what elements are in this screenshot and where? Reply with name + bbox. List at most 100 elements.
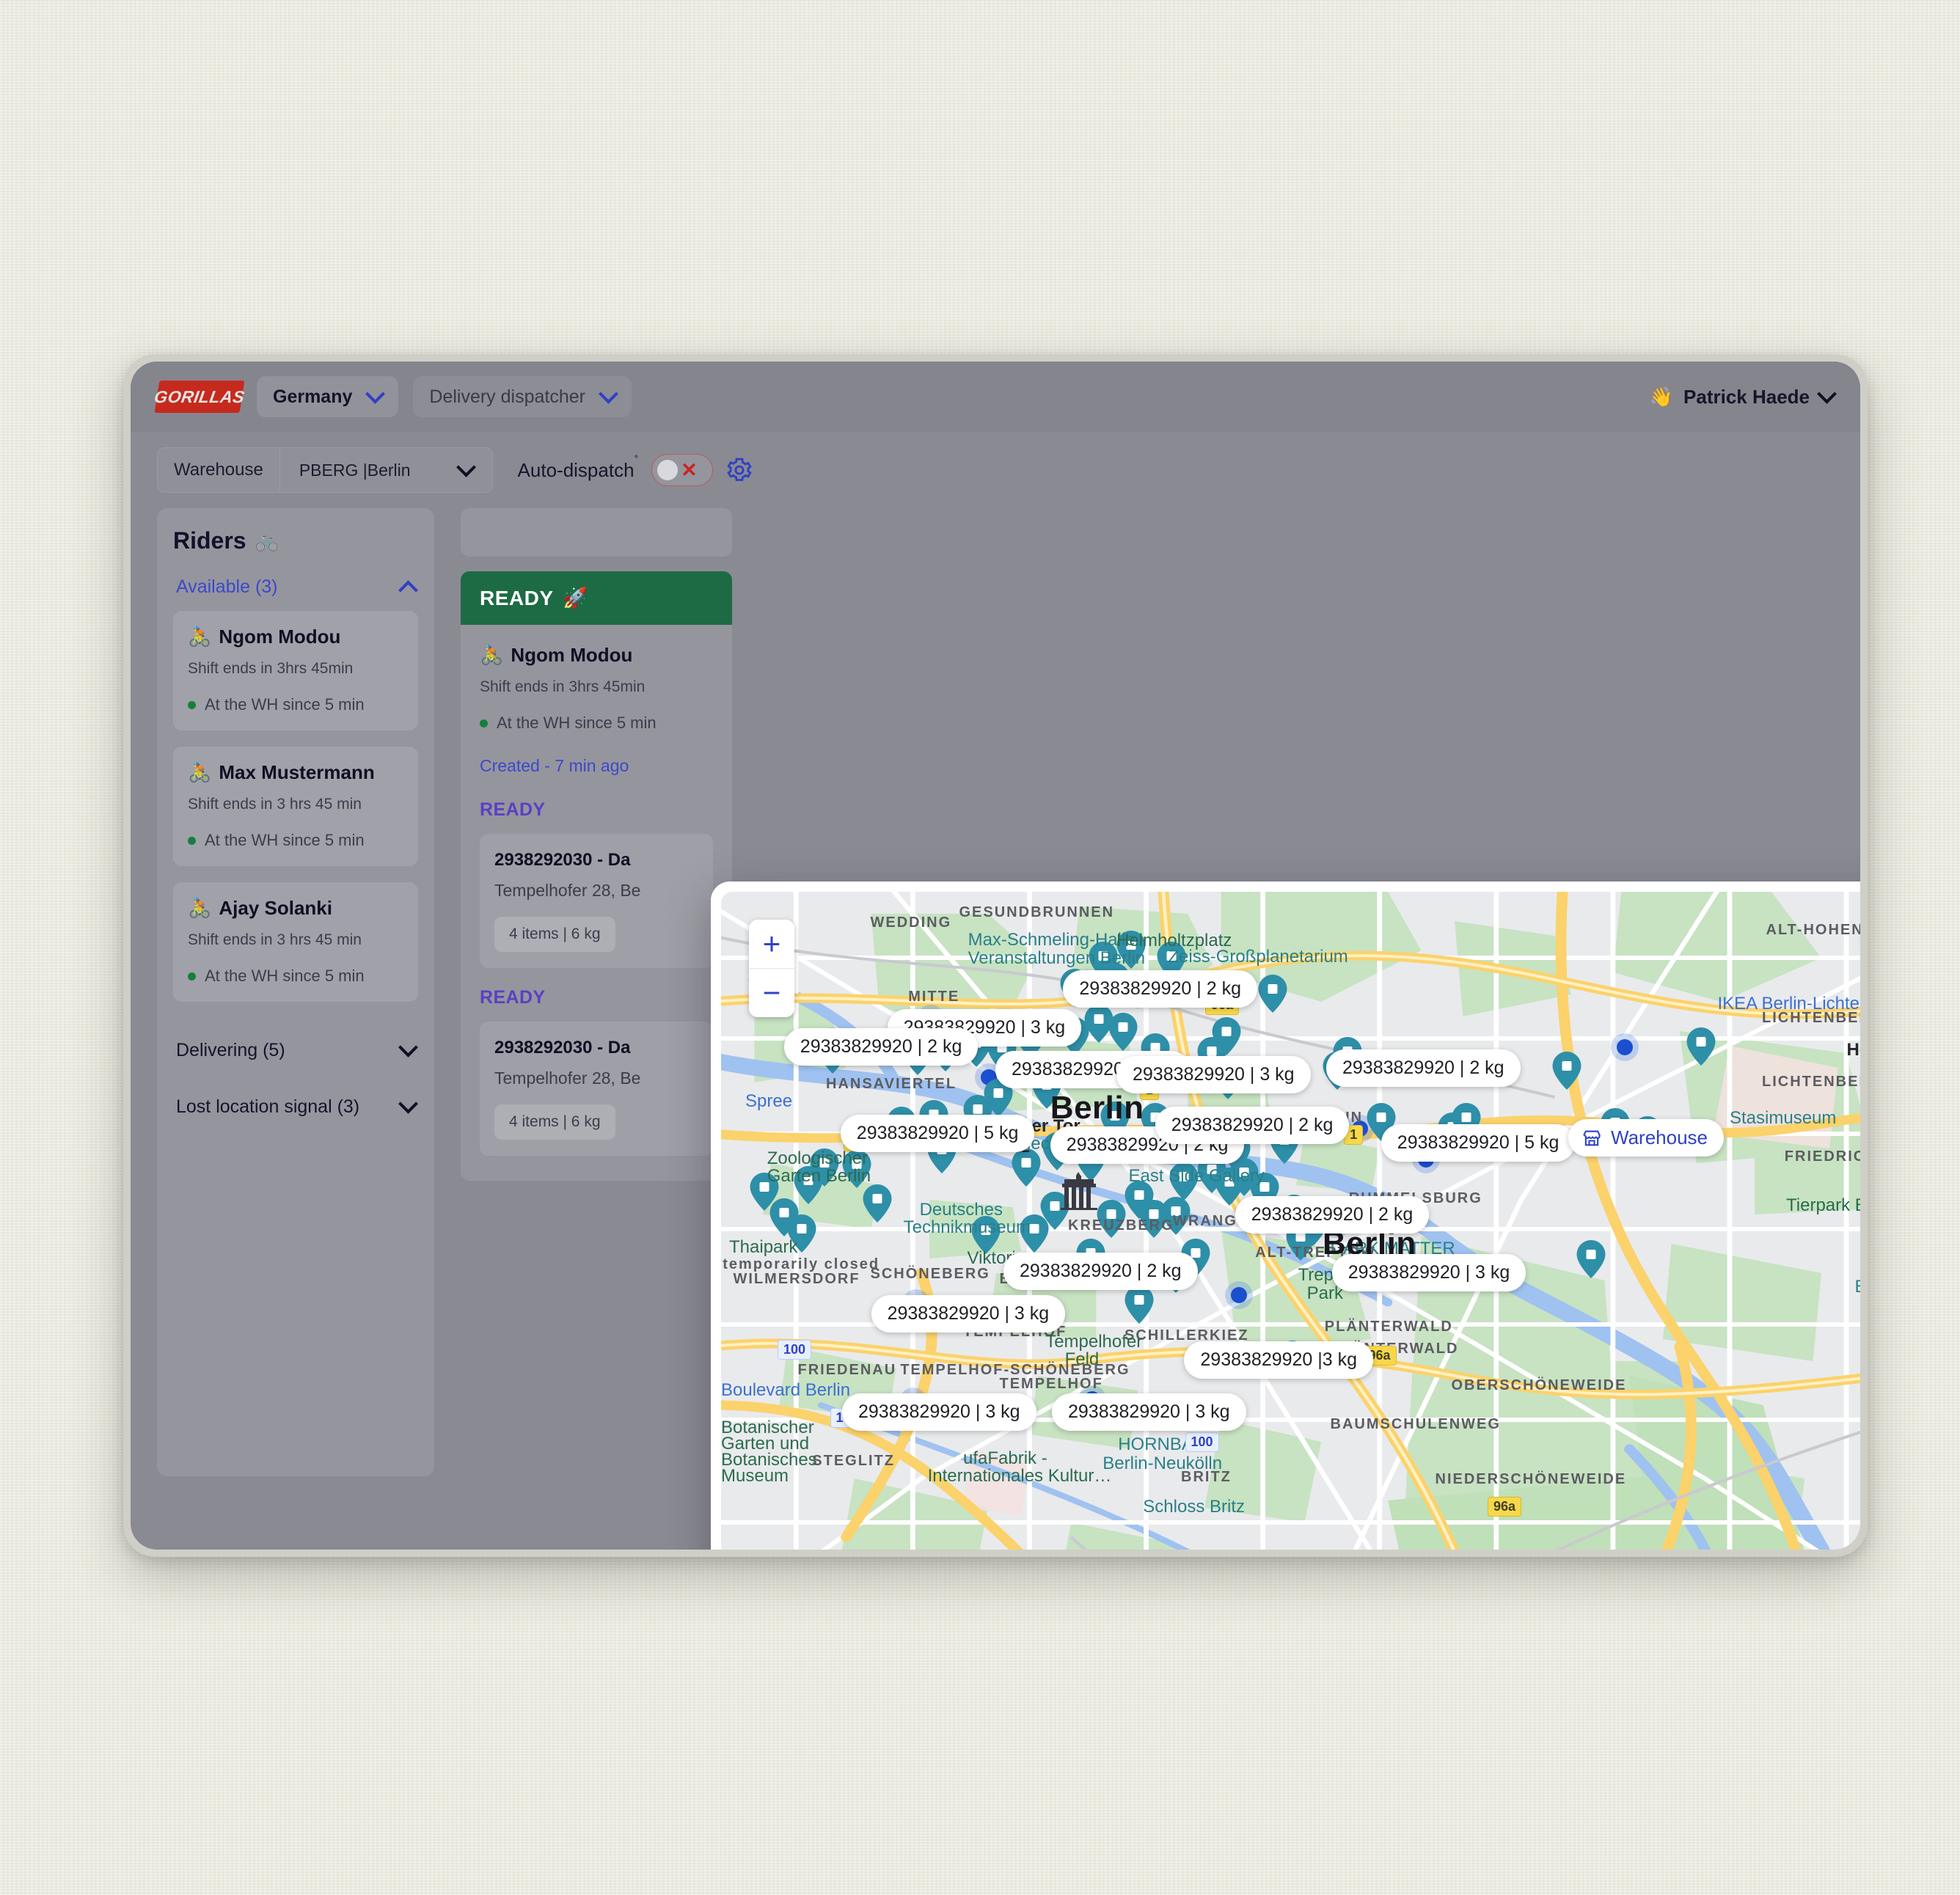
order-map-pin[interactable] bbox=[1258, 975, 1287, 1016]
map-zoom-control: + − bbox=[749, 920, 794, 1017]
map-zoom-in-button[interactable]: + bbox=[749, 920, 794, 968]
chevron-down-icon bbox=[365, 384, 386, 404]
order-map-label[interactable]: 29383829920 | 3 kg bbox=[842, 1393, 1036, 1432]
order-card-body: 2938292030 - Da Tempelhofer 28, Be 4 ite… bbox=[480, 1022, 713, 1156]
warehouse-value[interactable]: PBERG |Berlin bbox=[280, 448, 492, 492]
order-map-pin[interactable] bbox=[1686, 1027, 1716, 1069]
status-dot-icon bbox=[188, 836, 196, 845]
order-map-label[interactable]: 29383829920 | 2 kg bbox=[1235, 1195, 1430, 1234]
map-place-label: WEDDING bbox=[870, 914, 952, 931]
app-screen: GORILLAS Germany Delivery dispatcher 👋 P… bbox=[131, 362, 1860, 1550]
rocket-icon: 🚀 bbox=[562, 587, 588, 609]
riders-group-available[interactable]: Available (3) bbox=[173, 554, 418, 611]
map-place-label: Veranstaltungen Berlin bbox=[968, 948, 1146, 968]
riders-panel-title: Riders 🚲 bbox=[173, 527, 418, 554]
map-place-label: WILMERSDORF bbox=[733, 1271, 860, 1287]
rider-icon: 🚴 bbox=[480, 644, 504, 666]
order-map-label[interactable]: 29383829920 | 2 kg bbox=[1003, 1252, 1198, 1290]
app-header: GORILLAS Germany Delivery dispatcher 👋 P… bbox=[131, 362, 1860, 432]
order-map-label[interactable]: 29383829920 | 3 kg bbox=[1116, 1056, 1311, 1094]
role-selector[interactable]: Delivery dispatcher bbox=[413, 376, 632, 417]
auto-dispatch-text: Auto-dispatch bbox=[517, 458, 635, 481]
riders-group-lost-signal[interactable]: Lost location signal (3) bbox=[173, 1074, 418, 1131]
assigned-rider-status-row: At the WH since 5 min bbox=[480, 714, 713, 733]
rider-status: At the WH since 5 min bbox=[205, 695, 365, 714]
map-place-label: LICHTENBERG bbox=[1762, 1073, 1860, 1090]
riders-group-delivering[interactable]: Delivering (5) bbox=[173, 1018, 418, 1074]
map-place-label: Stasimuseum bbox=[1730, 1107, 1837, 1128]
order-map-pin[interactable] bbox=[1552, 1051, 1581, 1093]
order-map-label[interactable]: 29383829920 | 3 kg bbox=[871, 1295, 1066, 1333]
order-map-pin[interactable] bbox=[863, 1184, 892, 1226]
map-canvas[interactable]: + − GESUNDBRUNNEN WEDDING ALT-HOHEN Max-… bbox=[721, 892, 1860, 1550]
warehouse-selector[interactable]: Warehouse PBERG |Berlin bbox=[157, 447, 493, 493]
order-card[interactable]: READY 2938292030 - Da Tempelhofer 28, Be… bbox=[461, 795, 732, 983]
gear-icon[interactable] bbox=[726, 457, 753, 483]
user-name: Patrick Haede bbox=[1683, 385, 1810, 408]
rider-map-marker[interactable] bbox=[1224, 1280, 1254, 1313]
road-shield: 96a bbox=[1488, 1497, 1522, 1517]
country-selector-label: Germany bbox=[273, 386, 353, 407]
rider-name-row: 🚴 Ngom Modou bbox=[188, 626, 403, 648]
auto-dispatch-toggle[interactable]: ✕ bbox=[651, 454, 714, 486]
chevron-down-icon bbox=[456, 457, 476, 477]
warehouse-label: Warehouse bbox=[158, 448, 280, 492]
status-dot-icon bbox=[188, 700, 196, 709]
rider-name: Ajay Solanki bbox=[219, 897, 332, 919]
map-place-label: Herzberg bbox=[1846, 1040, 1861, 1060]
map-place-label: OBERSCHÖNEWEIDE bbox=[1451, 1377, 1627, 1394]
orders-ready-banner-label: READY bbox=[480, 586, 554, 609]
order-card[interactable]: READY 2938292030 - Da Tempelhofer 28, Be… bbox=[461, 983, 732, 1170]
country-selector[interactable]: Germany bbox=[257, 376, 399, 417]
order-map-label[interactable]: 29383829920 | 2 kg bbox=[1326, 1049, 1521, 1087]
order-map-label[interactable]: 29383829920 | 2 kg bbox=[1155, 1106, 1350, 1144]
chevron-down-icon bbox=[1817, 384, 1837, 404]
order-map-label[interactable]: 29383829920 |3 kg bbox=[1184, 1341, 1374, 1379]
order-map-label[interactable]: 29383829920 | 3 kg bbox=[1331, 1253, 1526, 1291]
gorillas-logo: GORILLAS bbox=[153, 381, 246, 413]
warehouse-map-label[interactable]: Warehouse bbox=[1568, 1119, 1724, 1157]
rider-card[interactable]: 🚴 Max Mustermann Shift ends in 3 hrs 45 … bbox=[173, 747, 418, 866]
orders-panel: READY 🚀 🚴 Ngom Modou Shift ends in 3hrs … bbox=[461, 508, 732, 1550]
order-id: 2938292030 - Da bbox=[494, 1038, 631, 1058]
map-place-label: East Side Gallery bbox=[1128, 1166, 1265, 1186]
riders-group-delivering-label: Delivering (5) bbox=[176, 1040, 285, 1060]
order-map-label[interactable]: 29383829920 | 2 kg bbox=[783, 1027, 979, 1066]
rider-card[interactable]: 🚴 Ngom Modou Shift ends in 3hrs 45min At… bbox=[173, 611, 418, 730]
map-place-label: GESUNDBRUNNEN bbox=[959, 903, 1115, 920]
status-dot-icon bbox=[188, 972, 196, 981]
riders-title-text: Riders bbox=[173, 527, 246, 554]
map-place-label: Tierpark B bbox=[1786, 1195, 1860, 1215]
map-place-label: BAUMSCHULENWEG bbox=[1330, 1416, 1501, 1432]
map-place-label: HANSAVIERTEL bbox=[826, 1075, 957, 1092]
rider-card[interactable]: 🚴 Ajay Solanki Shift ends in 3 hrs 45 mi… bbox=[173, 882, 418, 1002]
order-map-label[interactable]: 29383829920 | 5 kg bbox=[1381, 1124, 1576, 1162]
user-menu[interactable]: 👋 Patrick Haede bbox=[1650, 384, 1837, 408]
rider-map-marker[interactable] bbox=[1610, 1033, 1639, 1066]
assigned-rider-name-row: 🚴 Ngom Modou bbox=[480, 644, 713, 667]
order-map-label[interactable]: 29383829920 | 3 kg bbox=[1052, 1393, 1246, 1432]
assigned-rider-card[interactable]: 🚴 Ngom Modou Shift ends in 3hrs 45min At… bbox=[461, 625, 732, 752]
order-map-pin[interactable] bbox=[1108, 1013, 1138, 1055]
order-map-pin[interactable] bbox=[1576, 1240, 1606, 1282]
road-shield: 100 bbox=[778, 1339, 812, 1360]
warehouse-map-label-text: Warehouse bbox=[1611, 1126, 1708, 1149]
orders-filter-bar[interactable] bbox=[461, 508, 732, 557]
chevron-down-icon bbox=[398, 1093, 418, 1114]
order-card-body: 2938292030 - Da Tempelhofer 28, Be 4 ite… bbox=[480, 834, 713, 968]
order-map-label[interactable]: 29383829920 | 2 kg bbox=[1063, 970, 1257, 1008]
orders-ready-banner: READY 🚀 bbox=[461, 571, 732, 625]
order-map-pin[interactable] bbox=[1125, 1285, 1154, 1327]
rider-name: Ngom Modou bbox=[219, 626, 341, 648]
bicycle-icon: 🚲 bbox=[255, 529, 279, 551]
map-place-label: Internationales Kultur… bbox=[927, 1466, 1112, 1487]
map-zoom-out-button[interactable]: − bbox=[749, 969, 794, 1017]
rider-name: Max Mustermann bbox=[219, 761, 375, 783]
store-icon bbox=[1583, 1130, 1601, 1146]
dispatch-toolbar: Warehouse PBERG |Berlin Auto-dispatch° ✕ bbox=[131, 432, 1860, 508]
map-place-label: Zeiss-Großplanetarium bbox=[1168, 946, 1348, 967]
role-selector-label: Delivery dispatcher bbox=[429, 386, 585, 407]
order-meta: 4 items | 6 kg bbox=[494, 917, 615, 952]
order-map-label[interactable]: 29383829920 | 5 kg bbox=[840, 1114, 1035, 1152]
warehouse-value-text: PBERG |Berlin bbox=[299, 460, 411, 480]
